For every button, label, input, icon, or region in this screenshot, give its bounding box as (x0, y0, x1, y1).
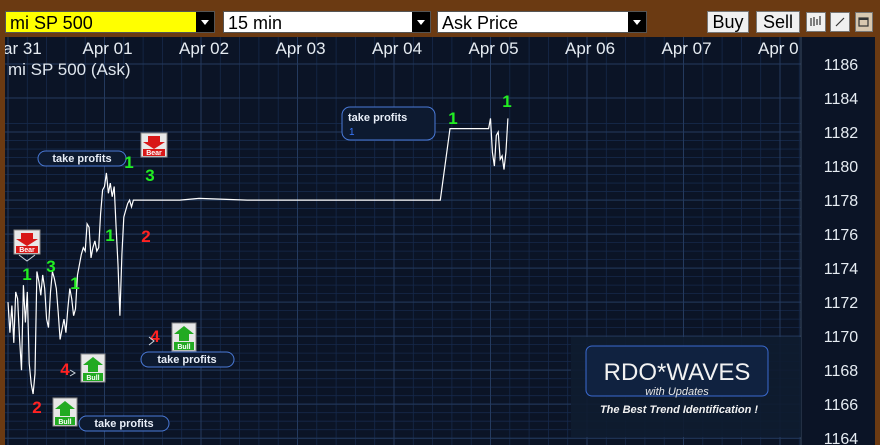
chevron-down-icon[interactable] (628, 12, 646, 32)
y-tick-label: 1168 (824, 363, 859, 380)
y-axis: 1164 1166 1168 1170 1172 1174 1176 1178 1180 1182… (800, 37, 859, 445)
bull-label: Bull (58, 419, 71, 426)
bull-signal-icon: Bull (80, 353, 106, 383)
take-profits-bubble: take profits (140, 351, 235, 368)
y-tick-label: 1178 (824, 193, 859, 210)
x-tick-label: ar 31 (5, 39, 42, 58)
take-profits-sub: 1 (349, 127, 355, 138)
wave-label: 1 (502, 92, 511, 111)
wave-label: 3 (46, 257, 55, 276)
y-tick-label: 1180 (824, 159, 859, 176)
rdo-waves-logo: RDO*WAVES with Updates The Best Trend Id… (571, 337, 801, 437)
take-profits-bubble: take profits 1 (341, 106, 436, 141)
wave-label: 1 (124, 153, 133, 172)
wave-label: 1 (22, 265, 31, 284)
bear-label: Bear (19, 247, 35, 254)
x-tick-label: Apr 02 (179, 39, 229, 58)
y-tick-label: 1184 (824, 91, 859, 108)
take-profits-label: take profits (52, 153, 111, 165)
x-axis: ar 31 Apr 01 Apr 02 Apr 03 Apr 04 Apr 05 Apr 0… (5, 39, 799, 58)
chevron-down-icon[interactable] (412, 12, 430, 32)
wave-label: 3 (145, 166, 154, 185)
toolbar: mi SP 500 15 min Ask Price Buy Sell (5, 9, 875, 35)
take-profits-bubble: take profits (37, 150, 127, 167)
bull-signal-icon: Bull (171, 322, 197, 352)
x-tick-label: Apr 05 (469, 39, 519, 58)
bar-chart-icon[interactable] (806, 12, 826, 32)
y-tick-label: 1166 (824, 397, 859, 414)
wave-label: 1 (448, 109, 457, 128)
logo-tagline: The Best Trend Identification ! (600, 404, 758, 416)
y-tick-label: 1186 (824, 57, 859, 74)
logo-subtitle: with Updates (645, 386, 709, 398)
wave-label: 2 (32, 398, 41, 417)
pointer-mark (69, 369, 76, 377)
chart-title: mi SP 500 (Ask) (8, 60, 131, 79)
bear-label: Bear (146, 150, 162, 157)
y-tick-label: 1174 (824, 261, 859, 278)
y-tick-label: 1172 (824, 295, 859, 312)
line-tool-icon[interactable] (830, 12, 850, 32)
wave-label: 1 (105, 226, 114, 245)
window-icon[interactable] (855, 12, 873, 32)
bull-label: Bull (86, 375, 99, 382)
app-window: mi SP 500 15 min Ask Price Buy Sell ar 3… (0, 0, 880, 445)
price-chart[interactable]: ar 31 Apr 01 Apr 02 Apr 03 Apr 04 Apr 05 Apr 0… (5, 37, 875, 445)
buy-button[interactable]: Buy (707, 11, 749, 33)
bear-signal-icon: Bear (140, 132, 168, 158)
x-tick-label: Apr 03 (276, 39, 326, 58)
price-type-select[interactable]: Ask Price (437, 11, 647, 33)
wave-label: 4 (60, 360, 70, 379)
take-profits-label: take profits (157, 354, 216, 366)
wave-label: 1 (70, 274, 79, 293)
y-tick-label: 1170 (824, 329, 859, 346)
x-tick-label: Apr 0 (758, 39, 799, 58)
y-tick-label: 1182 (824, 125, 859, 142)
take-profits-label: take profits (94, 418, 153, 430)
wave-label: 2 (141, 227, 150, 246)
sell-button[interactable]: Sell (756, 11, 800, 33)
interval-select[interactable]: 15 min (223, 11, 431, 33)
take-profits-bubble: take profits (78, 415, 170, 432)
take-profits-label: take profits (348, 112, 407, 124)
bull-signal-icon: Bull (52, 397, 78, 427)
chevron-down-icon[interactable] (196, 12, 214, 32)
symbol-select[interactable]: mi SP 500 (5, 11, 215, 33)
y-tick-label: 1176 (824, 227, 859, 244)
x-tick-label: Apr 06 (565, 39, 615, 58)
chart-svg: ar 31 Apr 01 Apr 02 Apr 03 Apr 04 Apr 05 Apr 0… (5, 37, 859, 445)
x-tick-label: Apr 01 (83, 39, 133, 58)
x-tick-label: Apr 04 (372, 39, 422, 58)
bull-label: Bull (177, 344, 190, 351)
symbol-value: mi SP 500 (10, 13, 93, 33)
y-tick-label: 1164 (824, 431, 859, 445)
logo-title: RDO*WAVES (604, 359, 751, 386)
interval-value: 15 min (228, 13, 283, 33)
price-type-value: Ask Price (442, 13, 519, 33)
x-tick-label: Apr 07 (662, 39, 712, 58)
